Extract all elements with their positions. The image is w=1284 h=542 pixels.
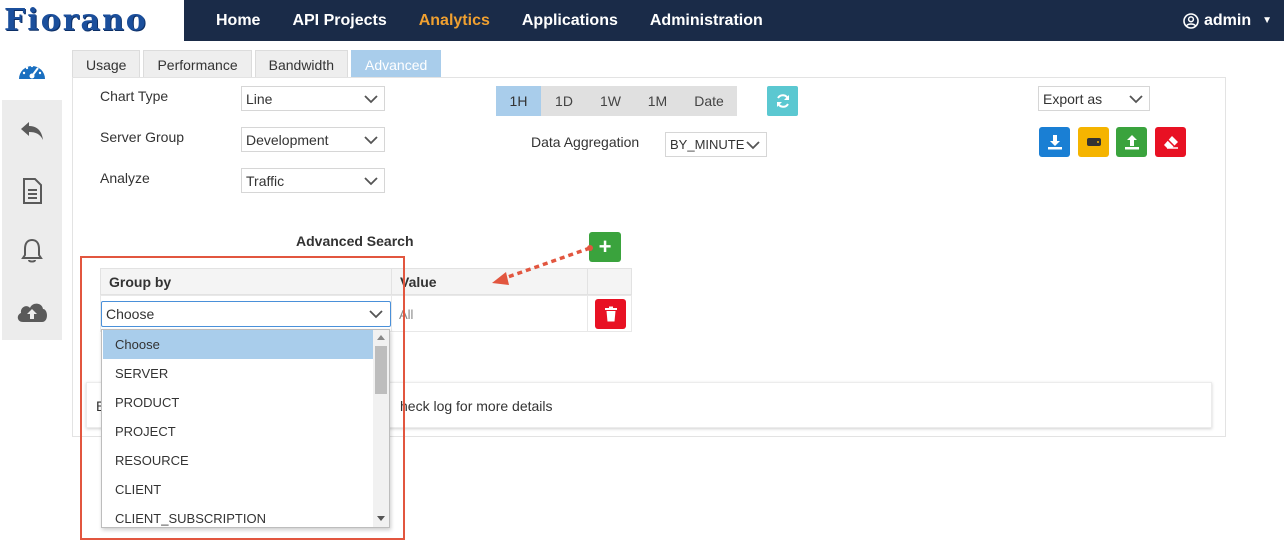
- refresh-icon: [776, 94, 789, 108]
- sidebar-item-back[interactable]: [2, 111, 62, 151]
- chart-type-select[interactable]: Line: [241, 86, 385, 111]
- hard-drive-icon: [1086, 138, 1101, 146]
- top-navbar: Home API Projects Analytics Applications…: [184, 0, 1284, 41]
- range-date[interactable]: Date: [681, 86, 737, 116]
- analytics-tabs: Usage Performance Bandwidth Advanced: [72, 50, 442, 78]
- value-cell: [391, 295, 588, 332]
- sidebar-item-reports[interactable]: [2, 171, 62, 211]
- speedometer-icon: [19, 64, 45, 79]
- analyze-value: Traffic: [246, 172, 285, 189]
- aggregation-value: BY_MINUTE: [670, 137, 745, 152]
- logo-area[interactable]: Fiorano: [0, 0, 184, 41]
- range-1w[interactable]: 1W: [587, 86, 634, 116]
- chart-type-label: Chart Type: [100, 88, 169, 104]
- user-circle-icon: [1183, 12, 1199, 29]
- delete-row-button[interactable]: [595, 299, 626, 329]
- analyze-select[interactable]: Traffic: [241, 168, 385, 193]
- range-1m[interactable]: 1M: [634, 86, 681, 116]
- tab-bandwidth[interactable]: Bandwidth: [254, 50, 349, 78]
- analyze-label: Analyze: [100, 170, 150, 186]
- server-group-label: Server Group: [100, 129, 185, 145]
- time-range-group: 1H 1D 1W 1M Date: [496, 86, 737, 116]
- action-column-header: [587, 268, 632, 295]
- clear-button[interactable]: [1155, 127, 1186, 157]
- sidebar-item-alerts[interactable]: [2, 231, 62, 271]
- aggregation-label: Data Aggregation: [531, 134, 640, 150]
- eraser-icon: [1163, 136, 1178, 149]
- server-group-select[interactable]: Development: [241, 127, 385, 152]
- tab-usage[interactable]: Usage: [72, 50, 141, 78]
- app-root: Fiorano Home API Projects Analytics Appl…: [0, 0, 1284, 542]
- storage-button[interactable]: [1078, 127, 1109, 157]
- upload-icon: [1124, 135, 1139, 150]
- fiorano-logo: Fiorano: [4, 3, 148, 38]
- chart-type-value: Line: [246, 90, 273, 107]
- aggregation-select[interactable]: BY_MINUTE: [665, 132, 767, 157]
- user-menu[interactable]: admin ▼: [1183, 0, 1272, 41]
- nav-home[interactable]: Home: [216, 12, 260, 30]
- nav-api-projects[interactable]: API Projects: [292, 12, 386, 30]
- nav-applications[interactable]: Applications: [522, 12, 618, 30]
- range-1d[interactable]: 1D: [541, 86, 587, 116]
- bell-icon: [21, 238, 43, 263]
- export-select[interactable]: Export as: [1038, 86, 1150, 111]
- chevron-down-icon: [1129, 95, 1143, 104]
- download-icon: [1047, 135, 1062, 150]
- value-column-header: Value: [391, 268, 588, 295]
- annotation-highlight-box: [80, 256, 405, 540]
- sidebar-item-upload[interactable]: [2, 291, 62, 331]
- upload-button[interactable]: [1116, 127, 1147, 157]
- tab-advanced[interactable]: Advanced: [351, 50, 442, 78]
- cloud-upload-icon: [17, 303, 47, 322]
- export-label: Export as: [1043, 90, 1103, 107]
- document-icon: [23, 178, 42, 204]
- user-name: admin: [1203, 11, 1252, 29]
- nav-administration[interactable]: Administration: [650, 12, 763, 30]
- back-arrow-icon: [21, 122, 43, 140]
- chevron-down-icon: [364, 136, 378, 145]
- range-1h[interactable]: 1H: [496, 86, 541, 116]
- dashboard-button[interactable]: [2, 50, 62, 92]
- trash-icon: [604, 306, 617, 322]
- download-button[interactable]: [1039, 127, 1070, 157]
- chevron-down-icon: [364, 177, 378, 186]
- advanced-search-title: Advanced Search: [296, 233, 414, 249]
- status-message-text: heck log for more details: [400, 398, 553, 414]
- add-search-row-button[interactable]: +: [589, 232, 621, 262]
- chevron-down-icon: [746, 141, 760, 150]
- nav-analytics[interactable]: Analytics: [419, 12, 490, 30]
- tab-performance[interactable]: Performance: [143, 50, 252, 78]
- refresh-button[interactable]: [767, 86, 798, 116]
- chevron-down-icon: ▼: [1262, 15, 1272, 26]
- chevron-down-icon: [364, 95, 378, 104]
- sidebar: [2, 100, 62, 340]
- plus-icon: +: [598, 234, 612, 259]
- server-group-value: Development: [246, 131, 329, 148]
